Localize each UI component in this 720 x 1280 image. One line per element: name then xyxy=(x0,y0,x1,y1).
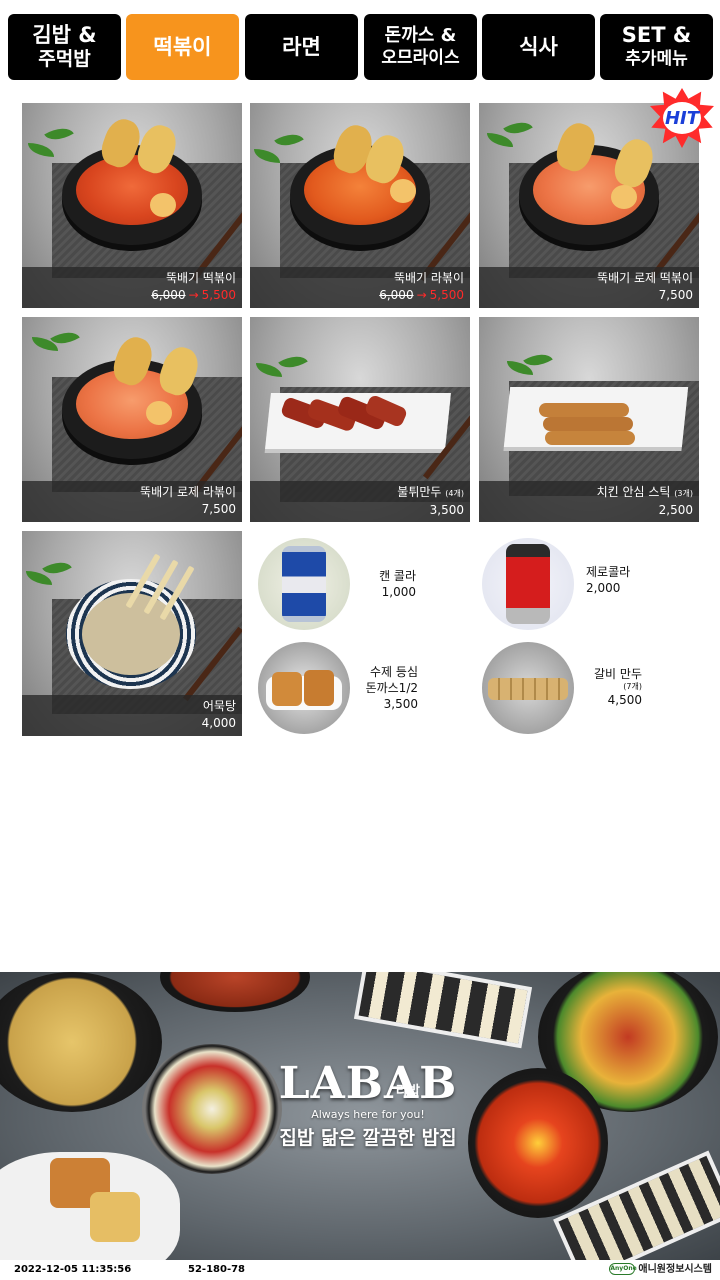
item-name: 제로콜라 xyxy=(586,565,631,579)
item-name: 뚝배기 라볶이 xyxy=(393,271,464,285)
menu-item-eomuktang[interactable]: 어묵탕 4,000 xyxy=(22,531,242,736)
item-name: 갈비 만두 xyxy=(594,667,642,681)
item-old-price: 6,000 xyxy=(151,288,186,302)
menu-item-ttukbaegi-rose-rabokki[interactable]: 뚝배기 로제 라볶이 7,500 xyxy=(22,317,242,522)
food-photo xyxy=(258,642,350,734)
food-photo xyxy=(482,642,574,734)
arrow-icon: → xyxy=(188,288,199,302)
item-name: 불튀만두 xyxy=(397,485,442,499)
category-tab-bar: 김밥 & 주먹밥 떡볶이 라면 돈까스 & 오므라이스 식사 SET & 추가메… xyxy=(0,0,720,92)
noodle-bowl-image xyxy=(142,1044,282,1174)
item-caption: 불튀만두 (4개) 3,500 xyxy=(250,481,470,522)
item-name: 캔 콜라 xyxy=(379,569,416,583)
item-name-line: 치킨 안심 스틱 (3개) xyxy=(479,484,693,502)
status-bar: 2022-12-05 11:35:56 52-180-78 AnyOne 애니원정… xyxy=(0,1260,720,1280)
item-text: 수제 등심 돈까스1/2 3,500 xyxy=(358,664,418,712)
menu-item-chicken-stick[interactable]: 치킨 안심 스틱 (3개) 2,500 xyxy=(479,317,699,522)
menu-item-zero-cola[interactable]: 제로콜라 2,000 xyxy=(482,538,662,630)
item-name: 뚝배기 로제 라볶이 xyxy=(140,485,236,499)
item-qty: (7개) xyxy=(623,682,642,691)
tab-set[interactable]: SET & 추가메뉴 xyxy=(600,14,713,80)
item-name: 수제 등심 xyxy=(370,665,418,679)
item-name: 어묵탕 xyxy=(202,699,236,713)
item-caption: 뚝배기 로제 떡볶이 7,500 xyxy=(479,267,699,308)
fried-rice-image xyxy=(0,972,162,1112)
menu-item-buldwi-mandu[interactable]: 불튀만두 (4개) 3,500 xyxy=(250,317,470,522)
item-old-price: 6,000 xyxy=(379,288,414,302)
tab-label: 식사 xyxy=(519,35,558,59)
item-caption: 뚝배기 로제 라볶이 7,500 xyxy=(22,481,242,522)
food-photo xyxy=(482,538,574,630)
hit-label: HIT xyxy=(664,107,700,129)
tab-label: 김밥 & xyxy=(32,23,97,47)
tab-label: 떡볶이 xyxy=(153,35,212,59)
vendor-logo-icon: AnyOne xyxy=(609,1263,637,1275)
tab-meal[interactable]: 식사 xyxy=(482,14,595,80)
datetime: 2022-12-05 11:35:56 xyxy=(14,1264,132,1275)
arrow-icon: → xyxy=(416,288,427,302)
tab-label: SET & xyxy=(621,23,692,47)
tab-label: 라면 xyxy=(282,35,321,59)
tab-label: 돈까스 & xyxy=(384,25,457,46)
item-name: 뚝배기 로제 떡볶이 xyxy=(597,271,693,285)
item-price: 7,500 xyxy=(201,502,236,516)
terminal-code: 52-180-78 xyxy=(188,1264,246,1275)
brand-slogan: Always here for you! xyxy=(311,1108,425,1121)
vendor-label: AnyOne 애니원정보시스템 xyxy=(609,1260,712,1280)
item-text: 갈비 만두 (7개) 4,500 xyxy=(584,666,642,708)
menu-item-ttukbaegi-tteokbokki[interactable]: 뚝배기 떡볶이 6,000 → 5,500 xyxy=(22,103,242,308)
item-caption: 뚝배기 떡볶이 6,000 → 5,500 xyxy=(22,267,242,308)
donkatsu-plate-image xyxy=(0,1152,180,1260)
brand-logo-kr: 라밥 xyxy=(396,1084,420,1099)
brand-block: LABAB 라밥 Always here for you! 집밥 닮은 깔끔한 … xyxy=(268,1058,468,1150)
item-price: 4,000 xyxy=(201,716,236,730)
kimbap-image xyxy=(353,972,533,1049)
item-text: 캔 콜라 1,000 xyxy=(358,568,416,600)
item-name: 치킨 안심 스틱 xyxy=(596,485,671,499)
item-text: 제로콜라 2,000 xyxy=(586,564,636,596)
item-price: 6,000 → 5,500 xyxy=(250,287,464,304)
stew-image xyxy=(160,972,310,1012)
item-price: 6,000 → 5,500 xyxy=(22,287,236,304)
item-qty: (3개) xyxy=(674,489,693,498)
item-caption: 뚝배기 라볶이 6,000 → 5,500 xyxy=(250,267,470,308)
item-price: 2,000 xyxy=(586,581,621,595)
brand-logo: LABAB xyxy=(278,1058,458,1109)
item-sale-price: 5,500 xyxy=(201,288,236,302)
item-price: 4,500 xyxy=(607,693,642,707)
tab-donkatsu[interactable]: 돈까스 & 오므라이스 xyxy=(364,14,477,80)
menu-item-can-cola[interactable]: 캔 콜라 1,000 xyxy=(258,538,438,630)
tab-tteokbokki[interactable]: 떡볶이 xyxy=(126,14,239,80)
item-price: 2,500 xyxy=(658,503,693,517)
item-qty: (4개) xyxy=(445,489,464,498)
item-price: 1,000 xyxy=(381,585,416,599)
item-name-2: 돈까스1/2 xyxy=(365,681,418,695)
vendor-name: 애니원정보시스템 xyxy=(638,1264,712,1275)
menu-item-donkatsu-half[interactable]: 수제 등심 돈까스1/2 3,500 xyxy=(258,642,438,734)
hit-badge: HIT xyxy=(650,88,714,148)
item-price: 3,500 xyxy=(383,697,418,711)
tab-label-2: 주먹밥 xyxy=(38,48,91,70)
tab-label-2: 추가메뉴 xyxy=(625,49,688,69)
item-caption: 어묵탕 4,000 xyxy=(22,695,242,736)
tab-ramen[interactable]: 라면 xyxy=(245,14,358,80)
food-photo xyxy=(258,538,350,630)
promo-banner: LABAB 라밥 Always here for you! 집밥 닮은 깔끔한 … xyxy=(0,972,720,1260)
item-name-line: 불튀만두 (4개) xyxy=(250,484,464,502)
tab-label-2: 오므라이스 xyxy=(381,48,460,68)
item-price: 7,500 xyxy=(658,288,693,302)
item-sale-price: 5,500 xyxy=(429,288,464,302)
menu-item-galbi-mandu[interactable]: 갈비 만두 (7개) 4,500 xyxy=(482,642,662,734)
menu-item-ttukbaegi-rabokki[interactable]: 뚝배기 라볶이 6,000 → 5,500 xyxy=(250,103,470,308)
tab-gimbap[interactable]: 김밥 & 주먹밥 xyxy=(8,14,121,80)
sundubu-image xyxy=(468,1068,608,1218)
brand-tagline: 집밥 닮은 깔끔한 밥집 xyxy=(279,1127,457,1149)
item-caption: 치킨 안심 스틱 (3개) 2,500 xyxy=(479,481,699,522)
item-name: 뚝배기 떡볶이 xyxy=(165,271,236,285)
item-price: 3,500 xyxy=(429,503,464,517)
